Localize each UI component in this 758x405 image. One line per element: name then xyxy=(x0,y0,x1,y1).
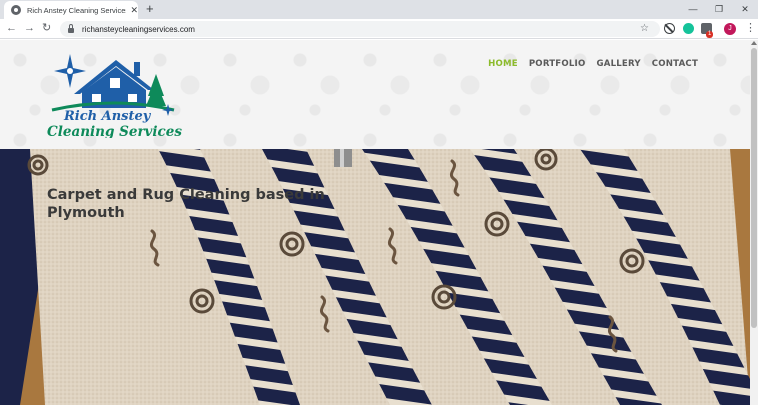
forward-arrow-icon[interactable]: → xyxy=(24,22,35,35)
globe-icon xyxy=(11,5,21,15)
logo-line-2: Cleaning Services xyxy=(47,124,182,138)
web-page: Rich Anstey Cleaning Services HOME PORTF… xyxy=(0,40,750,405)
logo-line-1: Rich Anstey xyxy=(63,109,152,124)
hero-title: Carpet and Rug Cleaning based in Plymout… xyxy=(47,187,325,221)
back-arrow-icon[interactable]: ← xyxy=(6,22,17,35)
new-tab-button[interactable]: + xyxy=(146,2,154,16)
browser-tab[interactable]: Rich Anstey Cleaning Services in ✕ xyxy=(4,1,138,19)
url-text[interactable]: richansteycleaningservices.com xyxy=(82,25,195,34)
tab-title: Rich Anstey Cleaning Services in xyxy=(27,5,127,15)
site-logo[interactable]: Rich Anstey Cleaning Services xyxy=(44,52,184,138)
nav-home[interactable]: HOME xyxy=(488,59,518,69)
site-header: Rich Anstey Cleaning Services HOME PORTF… xyxy=(0,40,750,149)
browser-toolbar: ← → ↻ richansteycleaningservices.com ☆ 1… xyxy=(0,19,758,39)
nav-portfolio[interactable]: PORTFOLIO xyxy=(529,59,586,69)
scroll-thumb[interactable] xyxy=(751,48,757,328)
browser-menu-icon[interactable]: ⋮ xyxy=(745,22,756,35)
grammarly-extension-icon[interactable] xyxy=(683,23,694,34)
house-icon xyxy=(74,60,154,108)
extension-badge: 1 xyxy=(706,31,714,38)
hero-banner: Carpet and Rug Cleaning based in Plymout… xyxy=(0,149,750,405)
page-scrollbar[interactable] xyxy=(750,40,758,405)
main-nav: HOME PORTFOLIO GALLERY CONTACT xyxy=(488,59,698,69)
lock-icon[interactable] xyxy=(68,24,74,33)
minimize-button[interactable]: — xyxy=(680,0,706,19)
address-bar[interactable]: richansteycleaningservices.com xyxy=(60,21,660,37)
sparkle-icon xyxy=(54,54,86,88)
reload-icon[interactable]: ↻ xyxy=(42,22,51,35)
restore-button[interactable]: ❐ xyxy=(706,0,732,19)
window-controls: — ❐ ✕ xyxy=(680,0,758,19)
scroll-up-arrow-icon[interactable] xyxy=(751,41,757,45)
nav-contact[interactable]: CONTACT xyxy=(652,59,698,69)
profile-avatar[interactable]: J xyxy=(724,23,736,35)
tab-strip: Rich Anstey Cleaning Services in ✕ + — ❐… xyxy=(0,0,758,19)
block-extension-icon[interactable] xyxy=(664,23,675,34)
nav-gallery[interactable]: GALLERY xyxy=(596,59,640,69)
close-window-button[interactable]: ✕ xyxy=(732,0,758,19)
tab-close-icon[interactable]: ✕ xyxy=(130,5,138,15)
bookmark-star-icon[interactable]: ☆ xyxy=(640,22,649,35)
